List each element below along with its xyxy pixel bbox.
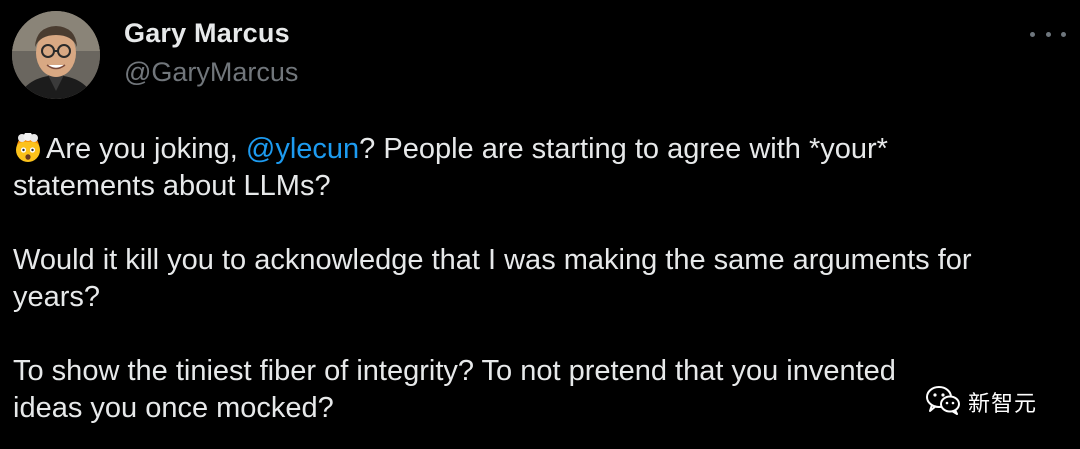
- tweet-line-1-end: ? People are starting to agree with *you…: [359, 133, 888, 165]
- mention-link[interactable]: @ylecun: [246, 133, 359, 165]
- tweet-line-3: Would it kill you to acknowledge that I …: [13, 244, 972, 276]
- avatar[interactable]: [12, 11, 100, 99]
- tweet-line-5: To show the tiniest fiber of integrity? …: [13, 355, 896, 387]
- tweet-line: Are you joking, @ylecun? People are star…: [13, 131, 1073, 168]
- watermark-text: 新智元: [968, 392, 1038, 417]
- author-name[interactable]: Gary Marcus: [124, 18, 290, 49]
- exploding-head-emoji-icon: [13, 132, 43, 163]
- author-handle[interactable]: @GaryMarcus: [124, 57, 298, 88]
- tweet-line-6: ideas you once mocked?: [13, 392, 334, 424]
- tweet-line-2: statements about LLMs?: [13, 170, 331, 202]
- ellipsis-icon[interactable]: [1030, 22, 1066, 46]
- tweet-line-1-start: Are you joking,: [46, 133, 246, 165]
- wechat-icon: [926, 385, 960, 420]
- watermark: 新智元: [926, 382, 1037, 422]
- tweet-line-4: years?: [13, 281, 101, 313]
- tweet-text: Are you joking, @ylecun? People are star…: [13, 131, 1073, 427]
- tweet-paragraph-2: Would it kill you to acknowledge that I …: [13, 242, 1073, 316]
- tweet-card: Gary Marcus @GaryMarcus Are you joking, …: [0, 0, 1080, 449]
- tweet-paragraph-1: Are you joking, @ylecun? People are star…: [13, 131, 1073, 205]
- tweet-paragraph-3: To show the tiniest fiber of integrity? …: [13, 353, 1073, 427]
